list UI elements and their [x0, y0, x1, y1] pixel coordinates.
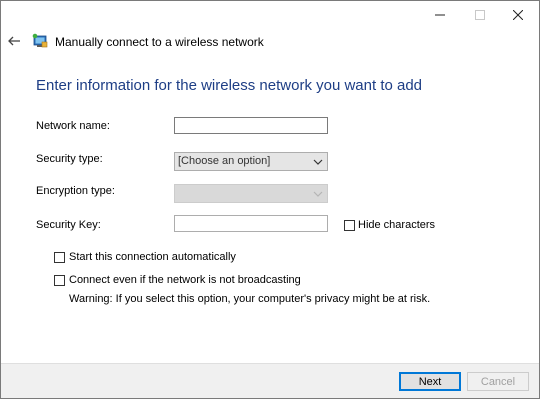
connect-not-broadcasting-checkbox[interactable]	[54, 275, 65, 286]
chevron-down-icon	[313, 191, 323, 197]
back-arrow-icon	[8, 36, 20, 46]
maximize-button[interactable]	[461, 1, 499, 29]
encryption-type-label: Encryption type:	[36, 185, 115, 197]
close-button[interactable]	[499, 1, 537, 29]
security-type-value: [Choose an option]	[178, 155, 271, 167]
button-bar: Next Cancel	[1, 363, 539, 398]
security-type-label: Security type:	[36, 153, 103, 165]
chevron-down-icon	[313, 159, 323, 165]
connect-not-broadcasting-label: Connect even if the network is not broad…	[69, 274, 301, 286]
privacy-warning-text: Warning: If you select this option, your…	[69, 293, 431, 305]
back-button[interactable]	[7, 33, 21, 49]
maximize-icon	[475, 10, 485, 20]
minimize-button[interactable]	[421, 1, 459, 29]
hide-characters-label: Hide characters	[358, 219, 436, 231]
next-button[interactable]: Next	[399, 372, 461, 391]
close-icon	[513, 10, 523, 20]
wizard-window: Manually connect to a wireless network E…	[0, 0, 540, 399]
minimize-icon	[435, 14, 445, 16]
hide-characters-checkbox[interactable]	[344, 220, 355, 231]
network-name-input[interactable]	[174, 117, 328, 134]
security-key-input[interactable]	[174, 215, 328, 232]
window-title: Manually connect to a wireless network	[55, 35, 264, 49]
network-wizard-icon	[32, 33, 48, 48]
security-type-select[interactable]: [Choose an option]	[174, 152, 328, 171]
security-key-label: Security Key:	[36, 219, 101, 231]
cancel-button[interactable]: Cancel	[467, 372, 529, 391]
page-heading: Enter information for the wireless netwo…	[36, 77, 423, 94]
start-automatically-label: Start this connection automatically	[69, 251, 236, 263]
encryption-type-select[interactable]	[174, 184, 328, 203]
title-bar	[1, 1, 539, 31]
network-name-label: Network name:	[36, 120, 110, 132]
start-automatically-checkbox[interactable]	[54, 252, 65, 263]
